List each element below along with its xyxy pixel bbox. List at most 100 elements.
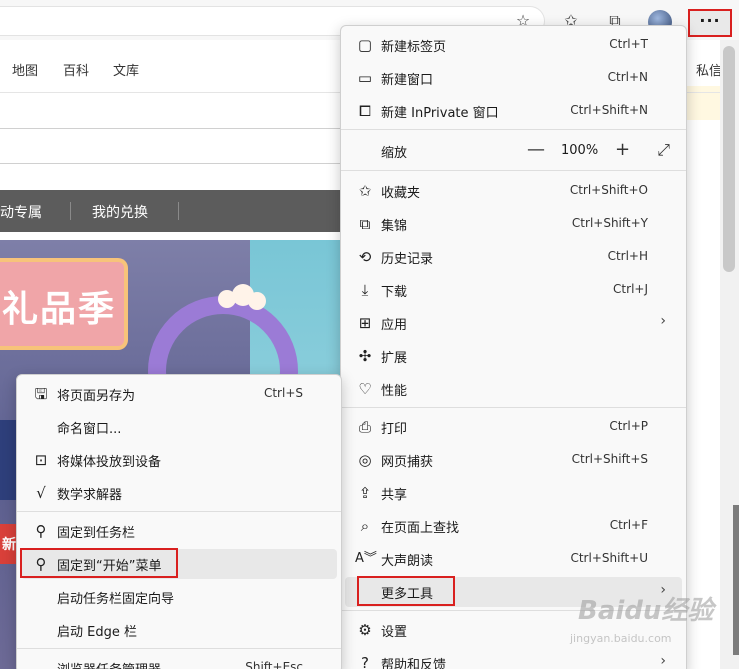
fullscreen-icon[interactable]: ⤢: [657, 140, 670, 160]
performance-icon: ♡: [358, 380, 372, 398]
nav-link-map[interactable]: 地图: [12, 60, 38, 79]
menu-item-label: 启动任务栏固定向导: [57, 592, 175, 607]
banner-cloud-decoration: [248, 292, 266, 310]
menu-item-apps[interactable]: ⊞ 应用 ›: [345, 308, 682, 338]
menu-divider: [341, 129, 686, 130]
menu-item-label: 命名窗口...: [57, 422, 122, 437]
menu-item-label: 缩放: [381, 146, 408, 161]
menu-item-label: 将页面另存为: [57, 389, 136, 404]
menu-item-label: 历史记录: [381, 252, 434, 267]
apps-icon: ⊞: [358, 314, 372, 332]
highlight-box-pin-start: [20, 548, 178, 578]
gray-nav-my-exchange[interactable]: 我的兑换: [92, 202, 148, 222]
menu-scrollbar-thumb[interactable]: [733, 505, 739, 655]
menu-item-read-aloud[interactable]: A︾ 大声朗读 Ctrl+Shift+U: [345, 544, 682, 574]
zoom-out-button[interactable]: —: [527, 139, 545, 160]
read-aloud-icon: A︾: [355, 551, 377, 566]
print-icon: ⎙: [358, 418, 371, 436]
menu-item-label: 共享: [381, 488, 408, 503]
menu-item-label: 固定到任务栏: [57, 526, 136, 541]
menu-item-shortcut: Ctrl+Shift+O: [569, 183, 648, 197]
submenu-item-pin-taskbar[interactable]: ⚲ 固定到任务栏: [21, 516, 337, 546]
nav-link-wenku[interactable]: 文库: [113, 60, 139, 79]
menu-item-favorites[interactable]: ✩ 收藏夹 Ctrl+Shift+O: [345, 176, 682, 206]
menu-item-label: 网页捕获: [381, 455, 434, 470]
gray-nav-separator: [70, 202, 71, 220]
menu-divider: [17, 648, 341, 649]
menu-item-new-window[interactable]: ▭ 新建窗口 Ctrl+N: [345, 63, 682, 93]
banner-title-card: 礼品季: [0, 258, 128, 350]
menu-item-shortcut: Ctrl+F: [609, 518, 648, 532]
menu-item-label: 设置: [381, 625, 408, 640]
menu-item-print[interactable]: ⎙ 打印 Ctrl+P: [345, 412, 682, 442]
menu-item-shortcut: Ctrl+Shift+U: [570, 551, 648, 565]
menu-item-shortcut: Shift+Esc: [245, 660, 303, 669]
save-page-icon: 🖫: [34, 385, 48, 403]
gray-nav-separator: [178, 202, 179, 220]
page-search-box[interactable]: [0, 128, 360, 164]
banner-character: [0, 420, 16, 500]
menu-item-shortcut: Ctrl+J: [613, 282, 648, 296]
cast-icon: ⊡: [34, 451, 48, 469]
menu-item-performance[interactable]: ♡ 性能: [345, 374, 682, 404]
menu-item-find-on-page[interactable]: ⌕ 在页面上查找 Ctrl+F: [345, 511, 682, 541]
menu-item-shortcut: Ctrl+P: [609, 419, 648, 433]
web-capture-icon: ◎: [358, 451, 372, 469]
nav-link-messages[interactable]: 私信: [696, 60, 722, 79]
menu-divider: [341, 170, 686, 171]
inprivate-icon: ⧠: [358, 102, 371, 120]
submenu-item-task-manager[interactable]: 浏览器任务管理器 Shift+Esc: [21, 653, 337, 669]
submenu-item-taskbar-wizard[interactable]: 启动任务栏固定向导: [21, 582, 337, 612]
settings-and-more-button[interactable]: ···: [688, 9, 732, 37]
nav-link-baike[interactable]: 百科: [63, 60, 89, 79]
chevron-right-icon: ›: [660, 313, 666, 329]
page-gray-nav: 动专属 我的兑换: [0, 190, 340, 232]
history-icon: ⟲: [358, 248, 372, 266]
submenu-item-name-window[interactable]: 命名窗口...: [21, 412, 337, 442]
zoom-in-button[interactable]: +: [615, 139, 630, 160]
menu-item-history[interactable]: ⟲ 历史记录 Ctrl+H: [345, 242, 682, 272]
menu-item-share[interactable]: ⇪ 共享: [345, 478, 682, 508]
watermark-url: jingyan.baidu.com: [570, 632, 672, 645]
menu-item-label: 收藏夹: [381, 186, 421, 201]
menu-item-label: 启动 Edge 栏: [57, 625, 137, 640]
menu-item-label: 将媒体投放到设备: [57, 455, 162, 470]
menu-item-new-inprivate[interactable]: ⧠ 新建 InPrivate 窗口 Ctrl+Shift+N: [345, 96, 682, 126]
menu-divider: [341, 407, 686, 408]
new-tab-icon: ▢: [357, 36, 373, 54]
menu-item-label: 性能: [381, 384, 408, 399]
menu-item-label: 数学求解器: [57, 488, 123, 503]
page-scrollbar-thumb[interactable]: [723, 46, 735, 272]
menu-item-label: 打印: [381, 422, 408, 437]
extensions-icon: ✣: [358, 347, 372, 365]
menu-item-collections[interactable]: ⧉ 集锦 Ctrl+Shift+Y: [345, 209, 682, 239]
highlight-box-more-tools: [357, 576, 455, 606]
menu-divider: [17, 511, 341, 512]
menu-item-label: 大声朗读: [381, 554, 434, 569]
menu-item-zoom: 缩放 — 100% + ⤢: [345, 136, 682, 166]
gray-nav-exclusive[interactable]: 动专属: [0, 202, 42, 222]
download-icon: ⤓: [361, 281, 369, 299]
banner-red-tag-text: 新: [2, 537, 16, 553]
submenu-item-math-solver[interactable]: √ 数学求解器: [21, 478, 337, 508]
banner-title: 礼品季: [2, 289, 117, 330]
menu-item-label: 在页面上查找: [381, 521, 460, 536]
menu-item-shortcut: Ctrl+H: [607, 249, 648, 263]
help-icon: ?: [361, 654, 369, 669]
menu-item-label: 集锦: [381, 219, 408, 234]
submenu-item-edge-bar[interactable]: 启动 Edge 栏: [21, 615, 337, 645]
menu-item-shortcut: Ctrl+Shift+S: [571, 452, 648, 466]
menu-item-label: 浏览器任务管理器: [57, 659, 161, 669]
menu-item-label: 应用: [381, 318, 408, 333]
menu-item-new-tab[interactable]: ▢ 新建标签页 Ctrl+T: [345, 30, 682, 60]
menu-item-extensions[interactable]: ✣ 扩展: [345, 341, 682, 371]
favorites-icon: ✩: [358, 182, 372, 200]
menu-item-label: 新建 InPrivate 窗口: [381, 106, 499, 121]
menu-item-shortcut: Ctrl+N: [607, 70, 648, 84]
menu-item-downloads[interactable]: ⤓ 下载 Ctrl+J: [345, 275, 682, 305]
menu-item-web-capture[interactable]: ◎ 网页捕获 Ctrl+Shift+S: [345, 445, 682, 475]
submenu-item-save-page[interactable]: 🖫 将页面另存为 Ctrl+S: [21, 379, 337, 409]
menu-item-label: 下载: [381, 285, 408, 300]
menu-item-label: 新建标签页: [381, 40, 447, 55]
submenu-item-cast-media[interactable]: ⊡ 将媒体投放到设备: [21, 445, 337, 475]
